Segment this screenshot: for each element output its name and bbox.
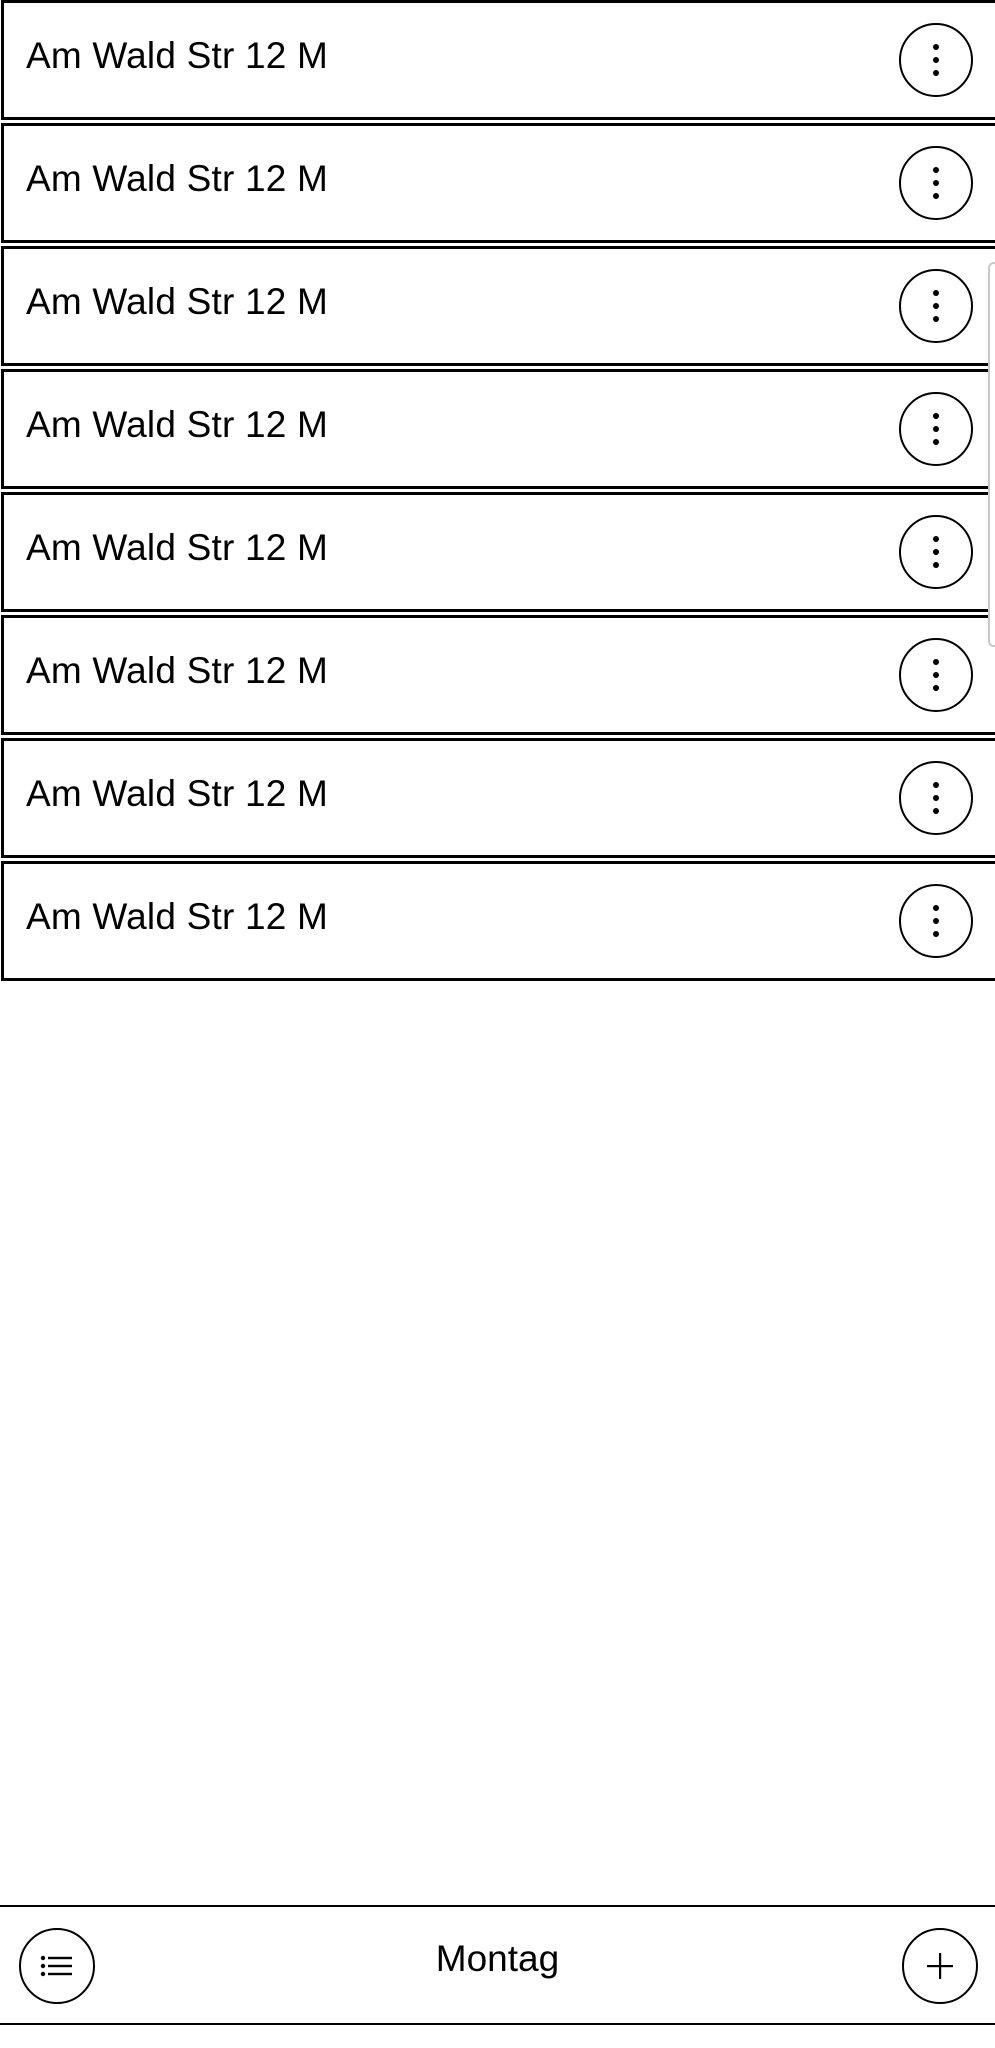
list-item-label: Am Wald Str 12 M: [26, 896, 329, 937]
more-vertical-icon: [933, 659, 939, 665]
list-item[interactable]: Am Wald Str 12 M: [1, 492, 995, 612]
more-options-button[interactable]: [899, 23, 973, 97]
list-item[interactable]: Am Wald Str 12 M: [1, 861, 995, 981]
list-item-label: Am Wald Str 12 M: [26, 158, 329, 199]
more-vertical-icon: [933, 44, 939, 50]
list-item-label: Am Wald Str 12 M: [26, 650, 329, 691]
more-vertical-icon: [933, 290, 939, 296]
list-item-label: Am Wald Str 12 M: [26, 35, 329, 76]
bottom-bar: Montag: [0, 1905, 995, 2025]
more-options-button[interactable]: [899, 884, 973, 958]
more-options-button[interactable]: [899, 146, 973, 220]
list-item[interactable]: Am Wald Str 12 M: [1, 123, 995, 243]
list-item[interactable]: Am Wald Str 12 M: [1, 0, 995, 120]
more-options-button[interactable]: [899, 515, 973, 589]
list-item-label: Am Wald Str 12 M: [26, 527, 329, 568]
add-button[interactable]: [902, 1928, 978, 2004]
more-vertical-icon: [933, 413, 939, 419]
more-vertical-icon: [933, 536, 939, 542]
more-options-button[interactable]: [899, 392, 973, 466]
list-item[interactable]: Am Wald Str 12 M: [1, 738, 995, 858]
plus-icon: [927, 1953, 953, 1979]
more-vertical-icon: [933, 782, 939, 788]
more-vertical-icon: [933, 167, 939, 173]
list-item-label: Am Wald Str 12 M: [26, 281, 329, 322]
list-item-label: Am Wald Str 12 M: [26, 404, 329, 445]
more-vertical-icon: [933, 905, 939, 911]
more-options-button[interactable]: [899, 761, 973, 835]
more-options-button[interactable]: [899, 269, 973, 343]
list-item[interactable]: Am Wald Str 12 M: [1, 369, 995, 489]
list-item[interactable]: Am Wald Str 12 M: [1, 615, 995, 735]
page-title: Montag: [435, 1938, 560, 1979]
list-item[interactable]: Am Wald Str 12 M: [1, 246, 995, 366]
scrollbar[interactable]: [988, 262, 995, 647]
list-item-label: Am Wald Str 12 M: [26, 773, 329, 814]
more-options-button[interactable]: [899, 638, 973, 712]
